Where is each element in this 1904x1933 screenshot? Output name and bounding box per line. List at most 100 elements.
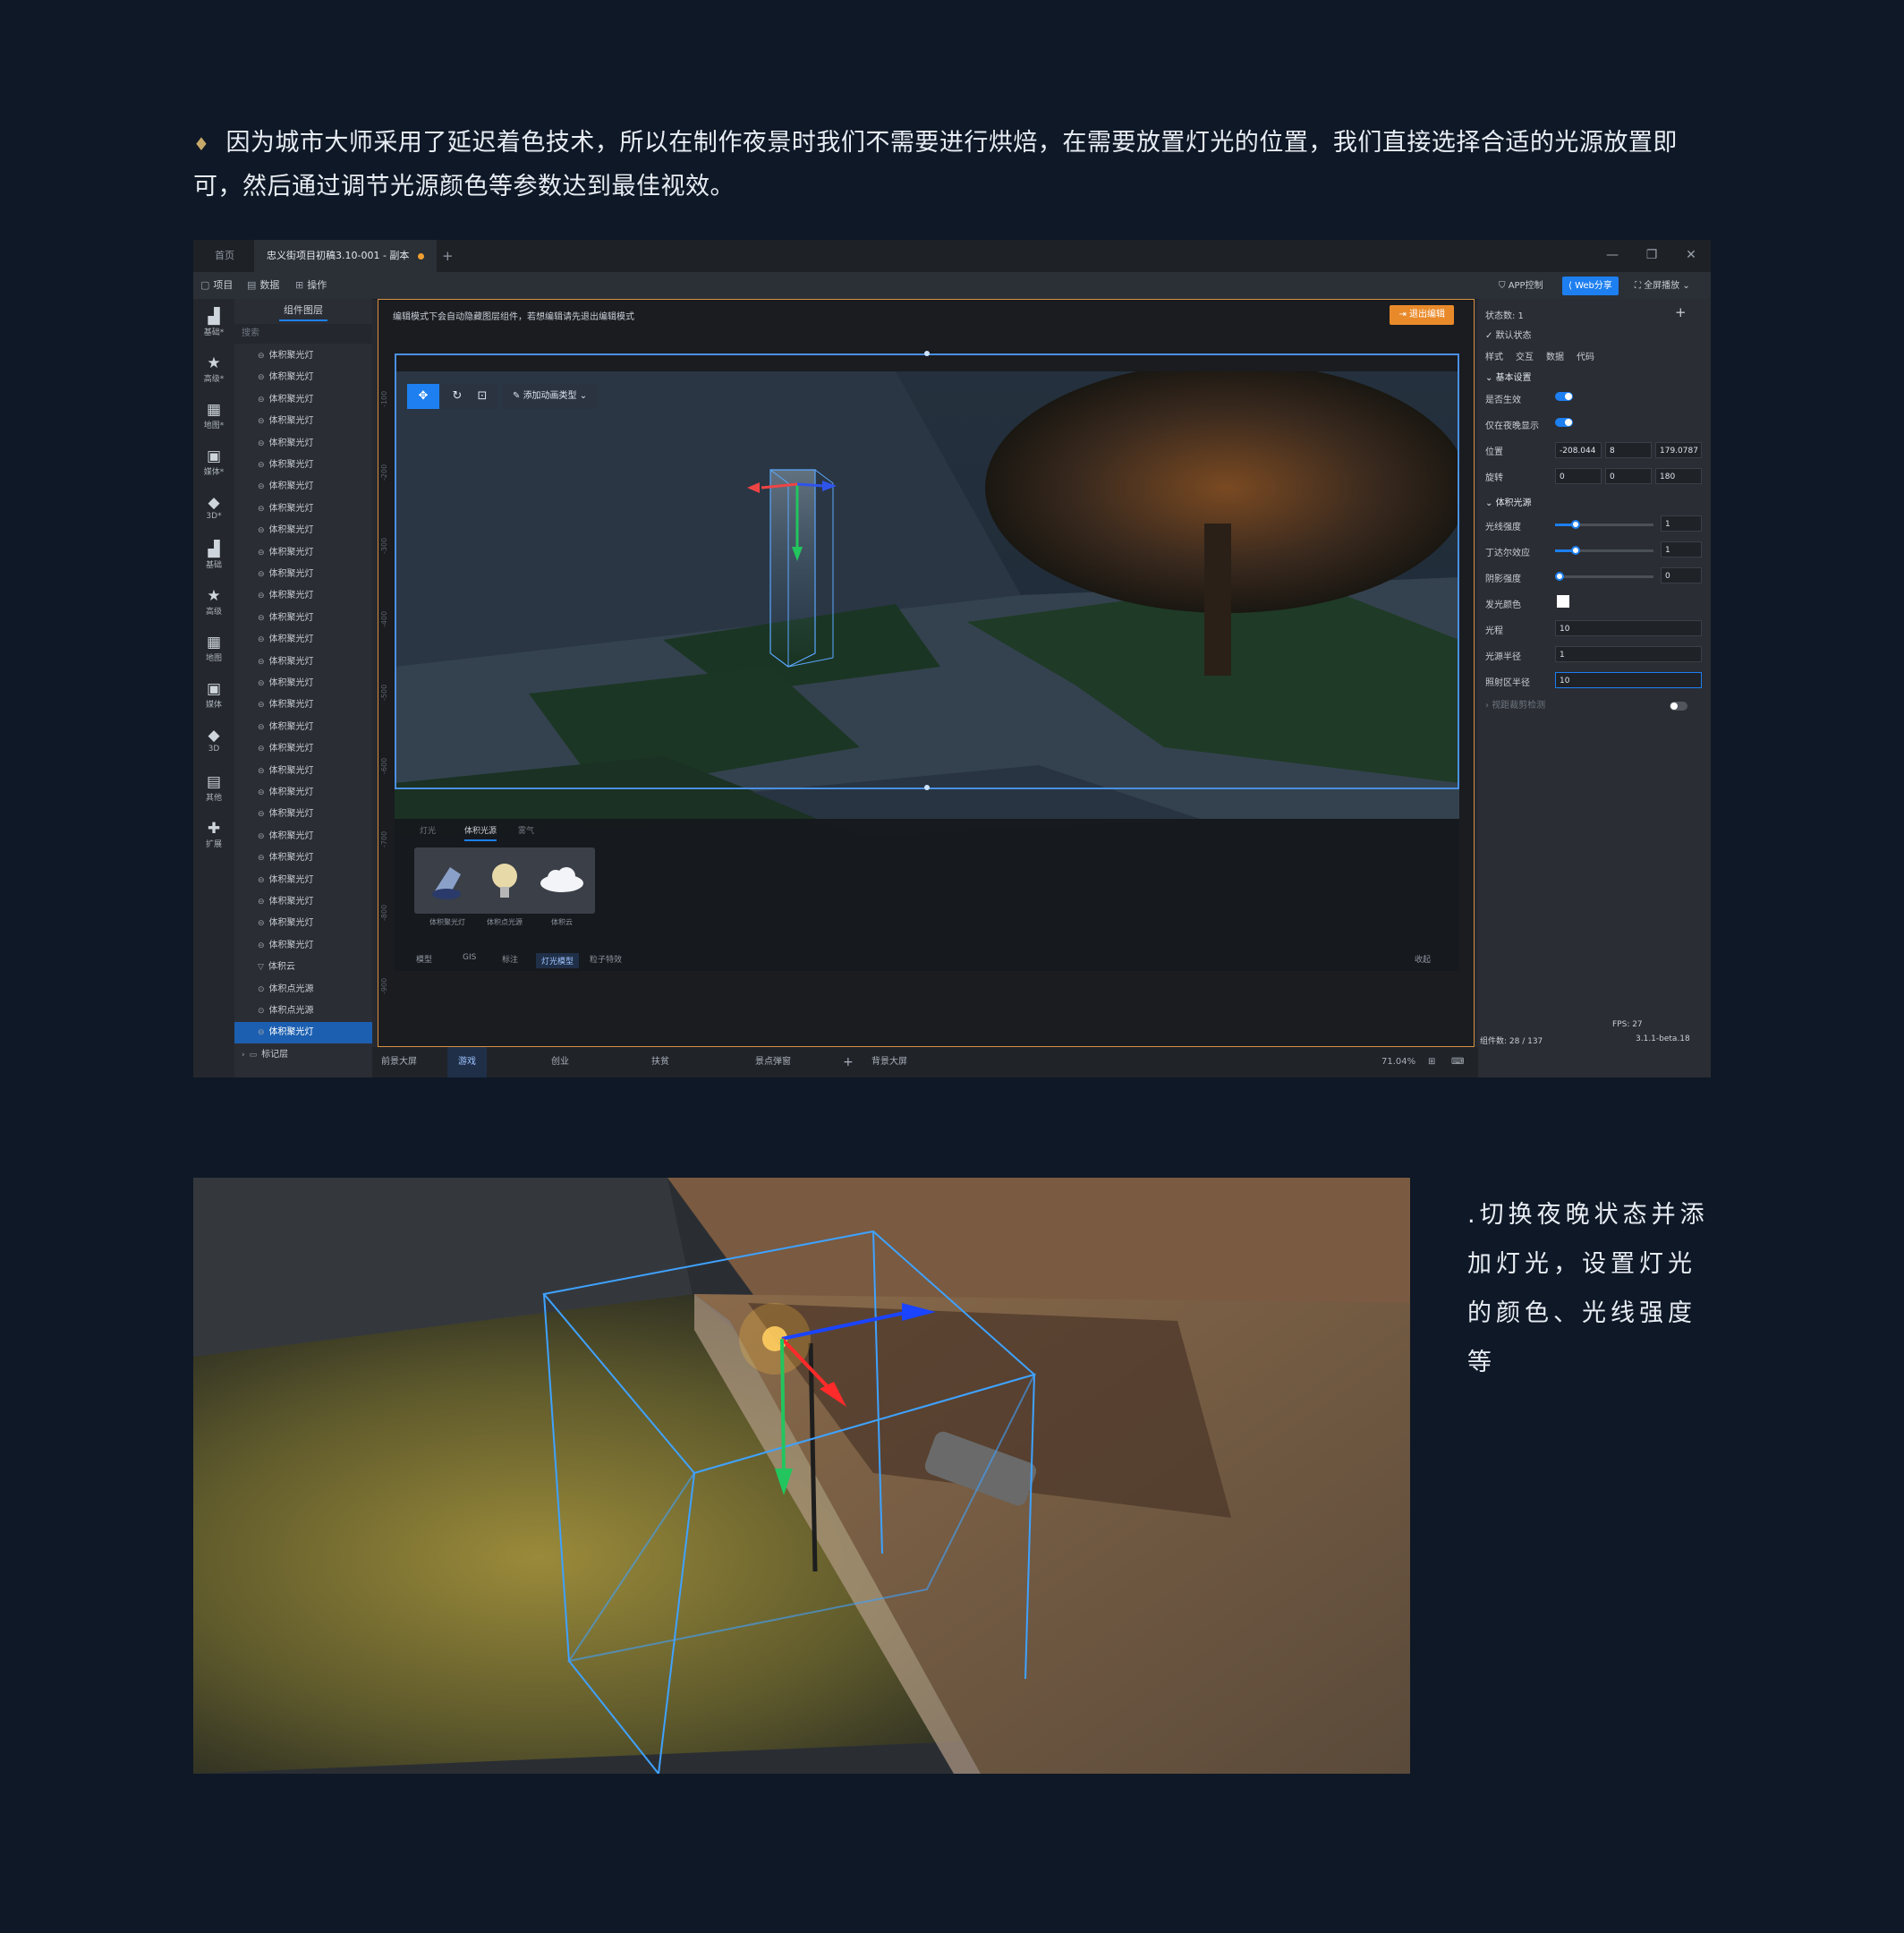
resize-handle-bottom[interactable] — [924, 785, 930, 790]
night-only-toggle[interactable] — [1555, 418, 1573, 427]
tab-interaction[interactable]: 交互 — [1516, 349, 1534, 362]
iconbar-media-star[interactable]: ▣ 媒体* — [193, 447, 234, 477]
thumb-pointlight[interactable] — [472, 847, 538, 914]
layer-item[interactable]: ▽ 体积云 — [234, 957, 372, 978]
collapse-panel-button[interactable]: 收起 — [1415, 953, 1431, 965]
thumb-cloud[interactable] — [529, 847, 595, 914]
layer-item[interactable]: ⊖ 体积聚光灯 — [234, 608, 372, 629]
layer-item-selected[interactable]: ⊖ 体积聚光灯 — [234, 1022, 372, 1043]
layer-item[interactable]: ⊖ 体积聚光灯 — [234, 476, 372, 498]
tyndall-input[interactable]: 1 — [1661, 541, 1702, 558]
bottom-tab-light-model[interactable]: 灯光模型 — [536, 953, 580, 968]
iconbar-map-star[interactable]: ▦ 地图* — [193, 401, 234, 430]
intensity-slider[interactable] — [1555, 520, 1653, 529]
layer-item[interactable]: ⊖ 体积聚光灯 — [234, 498, 372, 520]
bottom-tab-gis[interactable]: GIS — [463, 953, 476, 962]
tyndall-slider[interactable] — [1555, 546, 1653, 555]
add-state-icon[interactable]: + — [1675, 304, 1687, 320]
tab-project[interactable]: 忠义街项目初稿3.10-001 - 副本 — [254, 240, 438, 272]
range-input[interactable]: 10 — [1555, 620, 1702, 636]
iconbar-3d[interactable]: ◆ 3D — [193, 727, 234, 754]
section-volume-light[interactable]: ⌄ 体积光源 — [1478, 494, 1711, 514]
menu-data[interactable]: ▤ 数据 — [247, 272, 279, 299]
screen-tab-startup[interactable]: 创业 — [551, 1047, 569, 1077]
add-screen-button[interactable]: + — [843, 1047, 854, 1077]
layer-item[interactable]: ⊖ 体积聚光灯 — [234, 935, 372, 957]
scale-tool-button[interactable]: ⊡ — [466, 384, 498, 409]
shadow-slider[interactable] — [1555, 572, 1653, 581]
layer-item[interactable]: ⊙ 体积点光源 — [234, 979, 372, 1001]
rotation-x-input[interactable]: 0 — [1555, 468, 1602, 484]
screen-tab-foreground[interactable]: 前景大屏 — [381, 1047, 417, 1077]
scene-view[interactable]: ✥ ↻ ⊡ ✎ 添加动画类型 ⌄ 灯光 体积光源 雾气 体积聚光灯 体积点光源 — [395, 371, 1459, 971]
intensity-input[interactable]: 1 — [1661, 515, 1702, 532]
menu-project[interactable]: ▢ 项目 — [200, 272, 233, 299]
radius-input[interactable]: 1 — [1555, 646, 1702, 662]
layer-item[interactable]: ⊖ 体积聚光灯 — [234, 717, 372, 738]
layer-item[interactable]: ⊙ 体积点光源 — [234, 1001, 372, 1022]
screen-tab-poverty[interactable]: 扶贫 — [651, 1047, 669, 1077]
layer-item[interactable]: ⊖ 体积聚光灯 — [234, 455, 372, 476]
panel-tab-volume-light[interactable]: 体积光源 — [464, 824, 497, 841]
layer-item[interactable]: ⊖ 体积聚光灯 — [234, 847, 372, 869]
layer-item[interactable]: ⊖ 体积聚光灯 — [234, 345, 372, 367]
position-z-input[interactable]: 179.0787 — [1655, 442, 1702, 458]
tab-style[interactable]: 样式 — [1485, 349, 1503, 362]
move-tool-button[interactable]: ✥ — [407, 384, 439, 409]
tab-code[interactable]: 代码 — [1577, 349, 1594, 362]
iconbar-extend[interactable]: ✚ 扩展 — [193, 820, 234, 849]
panel-tab-fog[interactable]: 雾气 — [518, 824, 534, 836]
layer-item[interactable]: ⊖ 体积聚光灯 — [234, 694, 372, 716]
layer-item[interactable]: ⊖ 体积聚光灯 — [234, 542, 372, 564]
web-share-button[interactable]: ⟨ Web分享 — [1562, 277, 1619, 295]
screen-tab-popup[interactable]: 景点弹窗 — [755, 1047, 791, 1077]
position-x-input[interactable]: -208.044 — [1555, 442, 1602, 458]
screen-tab-game[interactable]: 游戏 — [447, 1047, 487, 1077]
keyboard-icon[interactable]: ⌨ — [1451, 1047, 1464, 1077]
fullscreen-play-button[interactable]: ⛶ 全屏播放 ⌄ — [1628, 277, 1696, 295]
app-control-button[interactable]: ⛉ APP控制 — [1492, 277, 1550, 295]
layer-item[interactable]: ⊖ 体积聚光灯 — [234, 673, 372, 694]
layer-panel-header[interactable]: 组件图层 — [234, 299, 372, 322]
layer-item[interactable]: ⊖ 体积聚光灯 — [234, 826, 372, 847]
screen-tab-background[interactable]: 背景大屏 — [871, 1047, 907, 1077]
tab-data[interactable]: 数据 — [1546, 349, 1564, 362]
layer-item[interactable]: ⊖ 体积聚光灯 — [234, 870, 372, 891]
tab-home[interactable]: 首页 — [202, 240, 247, 272]
layer-group[interactable]: › ▭ 标记层 — [234, 1044, 372, 1066]
view-distance-toggle[interactable] — [1670, 702, 1687, 711]
layer-item[interactable]: ⊖ 体积聚光灯 — [234, 651, 372, 673]
iconbar-basic[interactable]: ▟ 基础 — [193, 541, 234, 570]
menu-operate[interactable]: ⊞ 操作 — [295, 272, 327, 299]
iconbar-map[interactable]: ▦ 地图 — [193, 634, 234, 663]
panel-tab-light[interactable]: 灯光 — [420, 824, 436, 836]
layer-item[interactable]: ⊖ 体积聚光灯 — [234, 389, 372, 411]
layer-item[interactable]: ⊖ 体积聚光灯 — [234, 913, 372, 934]
bottom-tab-model[interactable]: 模型 — [416, 953, 432, 965]
layer-item[interactable]: ⊖ 体积聚光灯 — [234, 564, 372, 585]
rotation-z-input[interactable]: 180 — [1655, 468, 1702, 484]
layer-item[interactable]: ⊖ 体积聚光灯 — [234, 738, 372, 760]
close-button[interactable]: ✕ — [1673, 240, 1709, 272]
shadow-input[interactable]: 0 — [1661, 567, 1702, 583]
layer-item[interactable]: ⊖ 体积聚光灯 — [234, 585, 372, 607]
area-radius-input[interactable]: 10 — [1555, 672, 1702, 688]
tab-add-button[interactable]: + — [429, 240, 466, 272]
iconbar-other[interactable]: ▤ 其他 — [193, 773, 234, 803]
layer-item[interactable]: ⊖ 体积聚光灯 — [234, 761, 372, 782]
exit-edit-button[interactable]: ⇥ 退出编辑 — [1390, 305, 1454, 325]
iconbar-media[interactable]: ▣ 媒体 — [193, 680, 234, 710]
color-swatch[interactable] — [1557, 595, 1569, 608]
layer-item[interactable]: ⊖ 体积聚光灯 — [234, 367, 372, 388]
add-animation-dropdown[interactable]: ✎ 添加动画类型 ⌄ — [502, 384, 599, 409]
bottom-tab-particle[interactable]: 粒子特效 — [590, 953, 622, 965]
iconbar-3d-star[interactable]: ◆ 3D* — [193, 494, 234, 521]
grid-icon[interactable]: ⊞ — [1428, 1047, 1435, 1077]
minimize-button[interactable]: — — [1594, 240, 1630, 272]
layer-item[interactable]: ⊖ 体积聚光灯 — [234, 804, 372, 825]
viewport[interactable]: 编辑模式下会自动隐藏图层组件，若想编辑请先退出编辑模式 ⇥ 退出编辑 -100-… — [378, 299, 1475, 1047]
bottom-tab-label[interactable]: 标注 — [502, 953, 518, 965]
section-basic[interactable]: ⌄ 基本设置 — [1478, 369, 1711, 388]
layer-item[interactable]: ⊖ 体积聚光灯 — [234, 891, 372, 913]
layer-item[interactable]: ⊖ 体积聚光灯 — [234, 520, 372, 541]
